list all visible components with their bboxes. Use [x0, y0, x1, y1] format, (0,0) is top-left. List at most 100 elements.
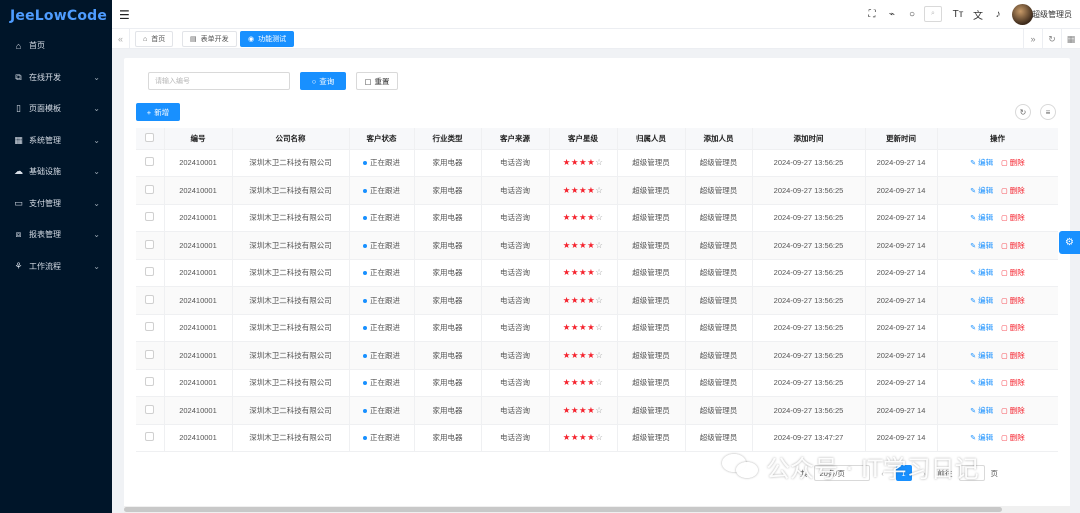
edit-button[interactable]: ✎ 编辑	[970, 406, 993, 415]
table-row[interactable]: 202410001 深圳木卫二科技有限公司 正在跟进 家用电器 电话咨询 ★★★★☆ 超级管…	[136, 396, 1058, 425]
table-row[interactable]: 202410001 深圳木卫二科技有限公司 正在跟进 家用电器 电话咨询 ★★★★☆ 超级管…	[136, 369, 1058, 397]
edit-button[interactable]: ✎ 编辑	[970, 296, 993, 305]
column-header[interactable]: 归属人员	[617, 128, 686, 150]
edit-button[interactable]: ✎ 编辑	[970, 351, 993, 360]
edit-button[interactable]: ✎ 编辑	[970, 241, 993, 250]
sidebar-item-5[interactable]: ▭ 支付管理 ⌄	[0, 188, 112, 220]
table-row[interactable]: 202410001 深圳木卫二科技有限公司 正在跟进 家用电器 电话咨询 ★★★★☆ 超级管…	[136, 204, 1058, 232]
delete-button[interactable]: ▢ 删除	[1001, 378, 1025, 387]
broom-icon[interactable]: ⌁	[882, 9, 902, 20]
column-header[interactable]: 客户来源	[481, 128, 550, 150]
row-checkbox[interactable]	[136, 259, 165, 287]
delete-button[interactable]: ▢ 删除	[1001, 296, 1025, 305]
cell-company: 深圳木卫二科技有限公司	[232, 176, 350, 205]
row-checkbox[interactable]	[136, 176, 165, 205]
sidebar-item-6[interactable]: ⧈ 报表管理 ⌄	[0, 219, 112, 251]
edit-button[interactable]: ✎ 编辑	[970, 323, 993, 332]
reset-button[interactable]: ▢ 重置	[356, 72, 398, 90]
column-header[interactable]: 更新时间	[865, 128, 938, 150]
query-button[interactable]: ○ 查询	[300, 72, 346, 90]
table-row[interactable]: 202410001 深圳木卫二科技有限公司 正在跟进 家用电器 电话咨询 ★★★★☆ 超级管…	[136, 176, 1058, 205]
tabs-scroll-left-icon[interactable]: «	[112, 29, 130, 49]
table-row[interactable]: 202410001 深圳木卫二科技有限公司 正在跟进 家用电器 电话咨询 ★★★★☆ 超级管…	[136, 314, 1058, 342]
delete-button[interactable]: ▢ 删除	[1001, 351, 1025, 360]
column-header[interactable]: 添加时间	[752, 128, 866, 150]
delete-button[interactable]: ▢ 删除	[1001, 186, 1025, 195]
menu-toggle-icon[interactable]: ☰	[119, 8, 130, 22]
settings-gear-icon[interactable]: ⚙	[1059, 231, 1080, 254]
delete-button[interactable]: ▢ 删除	[1001, 433, 1025, 442]
star-rating: ★★★★☆	[563, 322, 604, 332]
tab-home[interactable]: ⌂ 首页	[135, 31, 174, 47]
cell-company: 深圳木卫二科技有限公司	[232, 149, 350, 177]
row-checkbox[interactable]	[136, 204, 165, 232]
translate-icon[interactable]: 文	[968, 7, 988, 22]
refresh-icon[interactable]: ↻	[1042, 29, 1061, 49]
fullscreen-icon[interactable]: ⛶	[862, 9, 882, 20]
sidebar-item-7[interactable]: ⚘ 工作流程 ⌄	[0, 251, 112, 283]
delete-button[interactable]: ▢ 删除	[1001, 406, 1025, 415]
sidebar-item-4[interactable]: ☁ 基础设施 ⌄	[0, 156, 112, 188]
edit-button[interactable]: ✎ 编辑	[970, 433, 993, 442]
refresh-table-icon[interactable]: ↻	[1015, 104, 1031, 120]
cell-created: 2024-09-27 13:56:25	[752, 314, 866, 342]
tabs-scroll-right-icon[interactable]: »	[1023, 29, 1042, 49]
app-logo[interactable]: JeeLowCode	[0, 0, 112, 31]
delete-button[interactable]: ▢ 删除	[1001, 241, 1025, 250]
edit-button[interactable]: ✎ 编辑	[970, 268, 993, 277]
trash-icon: ▢	[1001, 187, 1008, 195]
row-checkbox[interactable]	[136, 341, 165, 370]
delete-button[interactable]: ▢ 删除	[1001, 213, 1025, 222]
delete-button[interactable]: ▢ 删除	[1001, 158, 1025, 167]
row-checkbox[interactable]	[136, 424, 165, 452]
add-button[interactable]: + 新增	[136, 103, 180, 121]
row-checkbox[interactable]	[136, 369, 165, 397]
cell-actions: ✎ 编辑 ▢ 删除	[937, 149, 1058, 177]
horizontal-scrollbar[interactable]	[124, 506, 1070, 513]
column-header[interactable]: 添加人员	[685, 128, 753, 150]
column-header[interactable]: 客户星级	[549, 128, 618, 150]
table-row[interactable]: 202410001 深圳木卫二科技有限公司 正在跟进 家用电器 电话咨询 ★★★★☆ 超级管…	[136, 231, 1058, 260]
row-checkbox[interactable]	[136, 231, 165, 260]
scrollbar-thumb[interactable]	[124, 507, 1002, 512]
row-checkbox[interactable]	[136, 396, 165, 425]
grid-icon[interactable]: ▦	[1061, 29, 1080, 49]
delete-button[interactable]: ▢ 删除	[1001, 268, 1025, 277]
sidebar-item-1[interactable]: ⧉ 在线开发 ⌄	[0, 62, 112, 94]
sidebar-item-0[interactable]: ⌂ 首页	[0, 30, 112, 62]
row-checkbox[interactable]	[136, 286, 165, 315]
row-checkbox[interactable]	[136, 149, 165, 177]
bell-icon[interactable]: ♪	[988, 9, 1008, 20]
tab-form-dev[interactable]: ▤ 表单开发	[182, 31, 237, 47]
username[interactable]: 超级管理员	[1032, 9, 1072, 20]
sidebar-item-2[interactable]: ▯ 页面模板 ⌄	[0, 93, 112, 125]
edit-button[interactable]: ✎ 编辑	[970, 213, 993, 222]
delete-button[interactable]: ▢ 删除	[1001, 323, 1025, 332]
select-all-checkbox[interactable]	[136, 128, 165, 150]
edit-button[interactable]: ✎ 编辑	[970, 186, 993, 195]
search-icon[interactable]: ○	[902, 9, 922, 20]
column-header[interactable]: 行业类型	[414, 128, 482, 150]
column-header[interactable]: 客户状态	[349, 128, 415, 150]
table-row[interactable]: 202410001 深圳木卫二科技有限公司 正在跟进 家用电器 电话咨询 ★★★★☆ 超级管…	[136, 341, 1058, 370]
row-checkbox[interactable]	[136, 314, 165, 342]
font-size-icon[interactable]: Tт	[948, 9, 968, 20]
avatar[interactable]	[1012, 4, 1033, 25]
table-row[interactable]: 202410001 深圳木卫二科技有限公司 正在跟进 家用电器 电话咨询 ★★★★☆ 超级管…	[136, 286, 1058, 315]
search-input[interactable]	[148, 72, 290, 90]
column-header[interactable]: 公司名称	[232, 128, 350, 150]
star-filled-icon: ★	[578, 322, 588, 333]
sidebar-item-3[interactable]: ▦ 系统管理 ⌄	[0, 125, 112, 157]
tab-label: 表单开发	[200, 36, 229, 43]
column-header[interactable]: 编号	[164, 128, 233, 150]
cell-creator: 超级管理员	[685, 259, 753, 287]
column-settings-icon[interactable]: ≡	[1040, 104, 1056, 120]
table-row[interactable]: 202410001 深圳木卫二科技有限公司 正在跟进 家用电器 电话咨询 ★★★★☆ 超级管…	[136, 149, 1058, 177]
edit-button[interactable]: ✎ 编辑	[970, 158, 993, 167]
cell-stars: ★★★★☆	[549, 369, 618, 397]
table-row[interactable]: 202410001 深圳木卫二科技有限公司 正在跟进 家用电器 电话咨询 ★★★★☆ 超级管…	[136, 424, 1058, 452]
header-search-box[interactable]: ⌕	[924, 6, 942, 22]
tab-function-test[interactable]: ◉ 功能测试	[240, 31, 295, 47]
table-row[interactable]: 202410001 深圳木卫二科技有限公司 正在跟进 家用电器 电话咨询 ★★★★☆ 超级管…	[136, 259, 1058, 287]
edit-button[interactable]: ✎ 编辑	[970, 378, 993, 387]
